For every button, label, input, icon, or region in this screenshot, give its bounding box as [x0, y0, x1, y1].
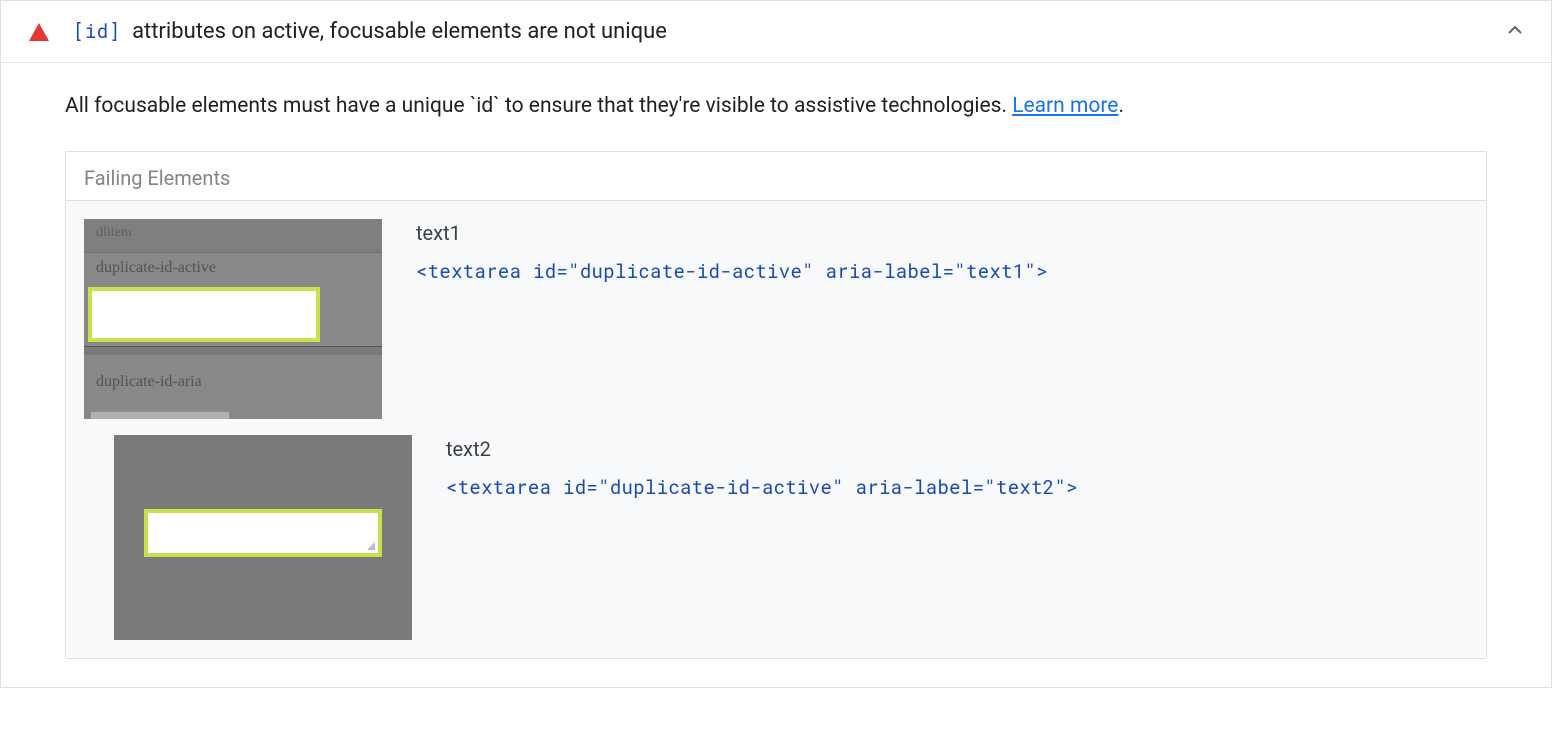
element-code-snippet: <textarea id="duplicate-id-active" aria-…	[446, 475, 1078, 500]
resize-handle-icon	[367, 542, 375, 550]
failing-element-row[interactable]: dlitem duplicate-id-active duplicate-id-…	[66, 201, 1486, 425]
element-thumbnail	[114, 435, 412, 640]
audit-header-row[interactable]: [id] attributes on active, focusable ele…	[1, 1, 1551, 63]
audit-description-text: All focusable elements must have a uniqu…	[65, 94, 1012, 118]
failing-elements-header: Failing Elements	[66, 152, 1486, 201]
learn-more-link[interactable]: Learn more	[1012, 94, 1118, 118]
thumb-highlighted-element	[88, 287, 320, 342]
audit-description-suffix: .	[1118, 94, 1124, 118]
audit-body: All focusable elements must have a uniqu…	[1, 63, 1551, 687]
failing-elements-body: dlitem duplicate-id-active duplicate-id-…	[66, 201, 1486, 658]
collapse-chevron-icon[interactable]	[1503, 18, 1527, 46]
audit-description: All focusable elements must have a uniqu…	[65, 91, 1487, 123]
failing-element-row[interactable]: text2 <textarea id="duplicate-id-active"…	[66, 425, 1486, 658]
failing-elements-panel: Failing Elements dlitem duplicate-id-act…	[65, 151, 1487, 659]
audit-title-code: [id]	[73, 19, 121, 44]
thumb-label: duplicate-id-active	[96, 259, 216, 277]
thumb-partial-field	[90, 411, 230, 419]
element-info: text2 <textarea id="duplicate-id-active"…	[446, 435, 1078, 500]
element-label: text2	[446, 437, 1078, 461]
audit-title: [id] attributes on active, focusable ele…	[73, 19, 667, 44]
element-label: text1	[416, 221, 1048, 245]
thumb-row: duplicate-id-aria	[84, 355, 382, 419]
thumb-label: duplicate-id-aria	[96, 373, 202, 391]
thumb-highlighted-element	[144, 509, 382, 557]
fail-triangle-icon	[29, 23, 49, 41]
audit-title-text: attributes on active, focusable elements…	[127, 19, 667, 44]
thumb-row-partial: dlitem	[84, 219, 382, 253]
element-info: text1 <textarea id="duplicate-id-active"…	[416, 219, 1048, 284]
element-code-snippet: <textarea id="duplicate-id-active" aria-…	[416, 259, 1048, 284]
audit-item: [id] attributes on active, focusable ele…	[0, 0, 1552, 688]
element-thumbnail: dlitem duplicate-id-active duplicate-id-…	[84, 219, 382, 419]
